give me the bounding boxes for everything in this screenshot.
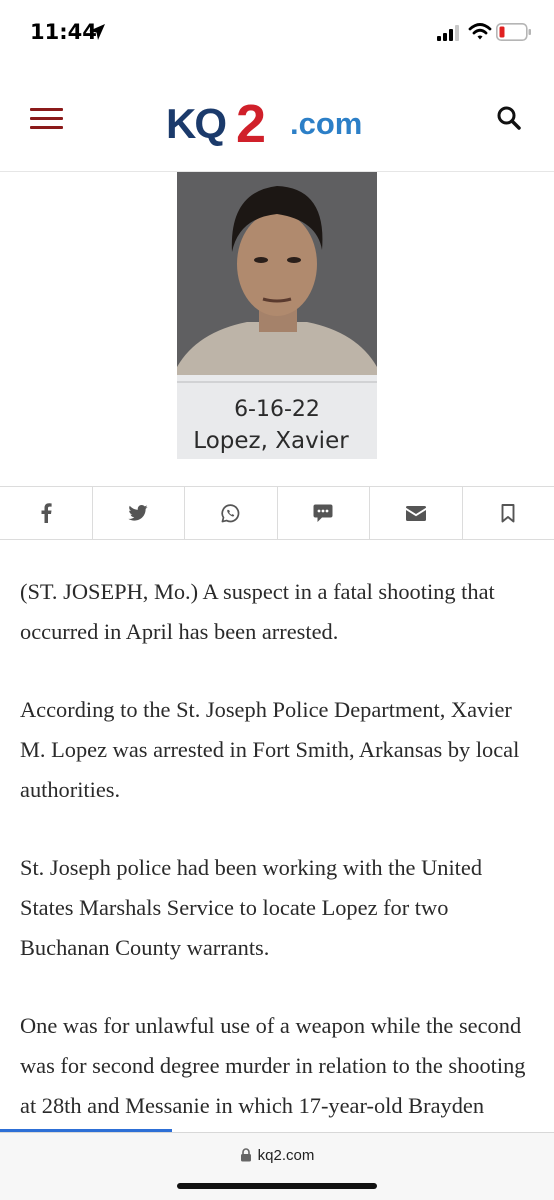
whatsapp-icon (221, 503, 240, 522)
signal-icon (437, 25, 459, 41)
share-twitter-button[interactable] (93, 487, 185, 539)
svg-text:.com: .com (290, 106, 362, 141)
url-display[interactable]: kq2.com (0, 1147, 554, 1164)
placard-name: Lopez, Xavier (193, 428, 349, 454)
facebook-icon (41, 503, 52, 523)
article-body: (ST. JOSEPH, Mo.) A suspect in a fatal s… (20, 572, 540, 1200)
twitter-icon (128, 505, 148, 521)
email-icon (405, 505, 426, 521)
browser-url-bar[interactable]: kq2.com (0, 1132, 554, 1200)
article-paragraph: According to the St. Joseph Police Depar… (20, 697, 520, 802)
hamburger-menu-icon[interactable] (30, 108, 64, 130)
battery-low-icon (496, 23, 531, 41)
svg-text:2: 2 (236, 94, 266, 146)
home-indicator[interactable] (177, 1183, 377, 1189)
share-bar (0, 486, 554, 540)
sms-icon (313, 504, 333, 522)
mugshot-image: 6-16-22 Lopez, Xavier (177, 172, 377, 459)
status-bar: 11:44 (0, 0, 554, 64)
article-photo-area: 6-16-22 Lopez, Xavier (0, 172, 554, 486)
wifi-icon (468, 23, 492, 40)
placard-date: 6-16-22 (234, 397, 320, 422)
share-facebook-button[interactable] (0, 487, 93, 539)
search-icon[interactable] (495, 104, 523, 132)
svg-text:KQ: KQ (166, 100, 225, 146)
share-whatsapp-button[interactable] (185, 487, 278, 539)
kq2-logo[interactable]: KQ 2 .com (166, 94, 392, 146)
location-arrow-icon (89, 24, 105, 40)
lock-icon (240, 1148, 251, 1162)
bookmark-icon (501, 503, 515, 522)
article-paragraph: St. Joseph police had been working with … (20, 855, 483, 960)
status-time: 11:44 (30, 20, 97, 44)
article-paragraph: (ST. JOSEPH, Mo.) A suspect in a fatal s… (20, 579, 495, 644)
share-sms-button[interactable] (278, 487, 370, 539)
share-email-button[interactable] (370, 487, 463, 539)
url-text: kq2.com (257, 1147, 315, 1164)
bookmark-button[interactable] (463, 487, 554, 539)
site-header: KQ 2 .com (0, 64, 554, 172)
